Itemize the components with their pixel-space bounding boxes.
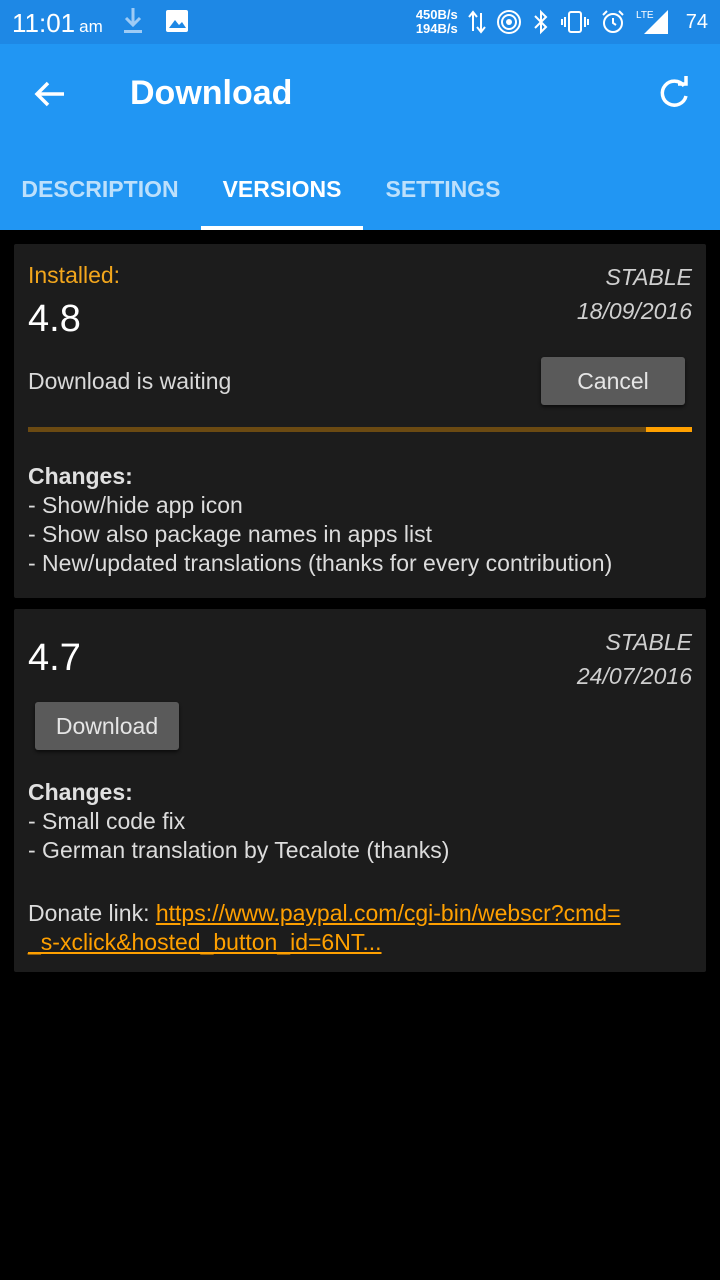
version-number: 4.8: [28, 298, 81, 340]
list-item: - Show also package names in apps list: [28, 521, 432, 547]
cancel-button[interactable]: Cancel: [541, 357, 685, 405]
download-status: Download is waiting: [28, 368, 232, 394]
battery-level: 74: [685, 10, 708, 33]
tab-settings[interactable]: SETTINGS: [363, 166, 523, 230]
download-button[interactable]: Download: [35, 702, 179, 750]
svg-text:LTE: LTE: [636, 10, 654, 21]
net-up-speed: 450B/s: [415, 7, 458, 22]
changes-list: Changes: - Show/hide app icon - Show als…: [28, 462, 612, 578]
donate-link-line1: https://www.paypal.com/cgi-bin/webscr?cm…: [155, 900, 621, 926]
bluetooth-icon: [534, 9, 548, 35]
status-ampm: am: [79, 17, 103, 36]
changes-title: Changes:: [28, 463, 133, 489]
data-transfer-icon: [467, 10, 486, 34]
status-time-value: 11:01: [12, 8, 76, 38]
tab-versions[interactable]: VERSIONS: [201, 166, 363, 230]
status-notification-icons: [120, 6, 190, 36]
donate-section: Donate link: https://www.paypal.com/cgi-…: [28, 899, 692, 957]
changes-list: Changes: - Small code fix - German trans…: [28, 778, 449, 865]
signal-icon: LTE: [636, 10, 668, 34]
app-bar: Download DESCRIPTION VERSIONS SETTINGS: [0, 44, 720, 230]
image-notification-icon: [166, 10, 188, 32]
installed-label: Installed:: [28, 262, 121, 288]
version-card-installed: Installed: 4.8 STABLE 18/09/2016 Downloa…: [14, 244, 706, 598]
tab-description[interactable]: DESCRIPTION: [0, 166, 200, 230]
download-progress-bar: [28, 427, 692, 432]
donate-label: Donate link:: [28, 900, 150, 926]
hotspot-icon: [496, 10, 521, 34]
network-speed: 450B/s 194B/s: [416, 8, 458, 36]
list-item: - Show/hide app icon: [28, 492, 243, 518]
changes-title: Changes:: [28, 779, 133, 805]
arrow-back-icon: [34, 81, 64, 107]
status-right-icons: 450B/s 194B/s LTE 74: [416, 6, 708, 38]
alarm-icon: [602, 10, 624, 33]
list-item: - German translation by Tecalote (thanks…: [28, 837, 450, 863]
vibrate-icon: [560, 11, 589, 33]
refresh-icon: [660, 76, 688, 107]
net-down-speed: 194B/s: [415, 21, 458, 36]
status-time: 11:01 am: [12, 8, 103, 39]
tab-bar: DESCRIPTION VERSIONS SETTINGS: [0, 166, 720, 230]
version-card: 4.7 STABLE 24/07/2016 Download Changes: …: [14, 609, 706, 972]
donate-link-line2: _s-xclick&hosted_button_id=6NT...: [28, 929, 382, 955]
download-notification-icon: [124, 8, 142, 33]
release-date: 18/09/2016: [576, 298, 692, 324]
download-progress-fill: [645, 427, 692, 432]
release-date: 24/07/2016: [576, 663, 692, 689]
status-bar: 11:01 am 450B/s 194B/s LTE 74: [0, 0, 720, 44]
back-button[interactable]: [30, 74, 70, 114]
refresh-button[interactable]: [654, 74, 694, 114]
list-item: - New/updated translations (thanks for e…: [28, 550, 613, 576]
version-number: 4.7: [28, 637, 81, 679]
release-channel: STABLE: [605, 264, 693, 290]
page-title: Download: [130, 74, 293, 112]
release-channel: STABLE: [605, 629, 693, 655]
list-item: - Small code fix: [28, 808, 186, 834]
